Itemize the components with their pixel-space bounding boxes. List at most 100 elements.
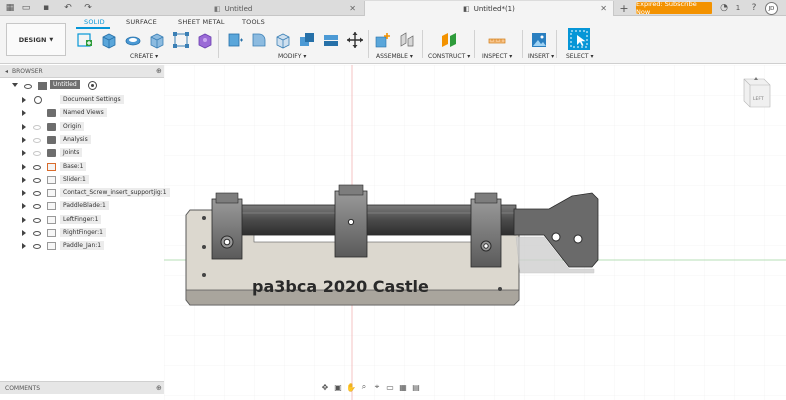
- collapse-triangle-icon[interactable]: ◂: [5, 68, 8, 75]
- tab-sheet-metal[interactable]: SHEET METAL: [178, 18, 225, 26]
- insert-menu[interactable]: INSERT ▾: [528, 53, 554, 60]
- expand-arrow-icon[interactable]: [22, 97, 26, 103]
- form-icon[interactable]: [196, 31, 214, 49]
- offset-plane-icon[interactable]: [440, 31, 458, 49]
- create-menu[interactable]: CREATE ▾: [130, 53, 158, 60]
- look-at-icon[interactable]: ▣: [333, 383, 343, 392]
- tree-item[interactable]: Slider:1: [0, 174, 164, 186]
- model-middle-block[interactable]: [334, 184, 368, 258]
- revolve-icon[interactable]: [124, 31, 142, 49]
- combine-icon[interactable]: [298, 31, 316, 49]
- insert-image-icon[interactable]: [530, 31, 548, 49]
- tree-item[interactable]: Document Settings: [0, 94, 164, 106]
- tab-surface[interactable]: SURFACE: [126, 18, 157, 26]
- document-tab-1[interactable]: ◧ Untitled ✕: [206, 1, 362, 16]
- tree-item[interactable]: Joints: [0, 147, 164, 159]
- eye-icon[interactable]: [33, 164, 41, 170]
- measure-icon[interactable]: [488, 31, 506, 49]
- split-body-icon[interactable]: [322, 31, 340, 49]
- expand-arrow-icon[interactable]: [22, 163, 26, 170]
- viewports-icon[interactable]: ▤: [411, 383, 421, 392]
- pan-icon[interactable]: ✋: [346, 383, 356, 392]
- document-tab-2[interactable]: ◧ Untitled*(1) ✕: [364, 1, 614, 16]
- fit-icon[interactable]: ⌖: [372, 382, 382, 392]
- canvas-viewport[interactable]: pa3bca 2020 Castle LEFT: [164, 65, 786, 400]
- eye-icon[interactable]: [33, 217, 41, 223]
- joint-icon[interactable]: [398, 31, 416, 49]
- expand-arrow-icon[interactable]: [22, 110, 26, 117]
- expand-arrow-icon[interactable]: [22, 216, 26, 223]
- file-icon[interactable]: ▭: [20, 2, 32, 14]
- save-icon[interactable]: ▪: [40, 2, 52, 14]
- tree-item[interactable]: LeftFinger:1: [0, 214, 164, 226]
- new-component-icon[interactable]: [374, 31, 392, 49]
- tree-item[interactable]: RightFinger:1: [0, 227, 164, 239]
- expand-arrow-icon[interactable]: [22, 190, 26, 197]
- tab-tools[interactable]: TOOLS: [242, 18, 265, 26]
- model-right-block[interactable]: [470, 192, 502, 268]
- extrude-icon[interactable]: [100, 31, 118, 49]
- model-left-block[interactable]: [211, 192, 243, 260]
- eye-icon[interactable]: [33, 191, 41, 197]
- avatar[interactable]: JD: [765, 2, 778, 15]
- tab-solid[interactable]: SOLID: [84, 18, 105, 26]
- clock-icon[interactable]: ◔: [718, 2, 730, 14]
- pattern-icon[interactable]: [172, 31, 190, 49]
- box-icon[interactable]: [148, 31, 166, 49]
- help-icon[interactable]: ?: [748, 2, 760, 14]
- tree-item[interactable]: Origin: [0, 121, 164, 133]
- tree-item[interactable]: Base:1: [0, 161, 164, 173]
- target-icon[interactable]: [88, 81, 97, 90]
- browser-header[interactable]: ◂ BROWSER ⊕: [0, 65, 164, 78]
- display-settings-icon[interactable]: ▭: [385, 383, 395, 392]
- eye-icon[interactable]: [33, 137, 41, 143]
- tree-item[interactable]: Analysis: [0, 134, 164, 146]
- eye-icon[interactable]: [33, 151, 41, 157]
- expand-arrow-icon[interactable]: [12, 83, 18, 87]
- tree-item[interactable]: Named Views: [0, 107, 164, 119]
- close-tab-icon[interactable]: ✕: [600, 4, 607, 13]
- subscribe-button[interactable]: Expired: Subscribe Now: [636, 0, 712, 16]
- tree-item[interactable]: PaddleBlade:1: [0, 200, 164, 212]
- grid-settings-icon[interactable]: ▦: [398, 383, 408, 392]
- undo-icon[interactable]: ↶: [62, 2, 74, 14]
- redo-icon[interactable]: ↷: [82, 2, 94, 14]
- select-icon[interactable]: [568, 28, 590, 50]
- viewcube[interactable]: LEFT: [743, 77, 771, 108]
- create-sketch-icon[interactable]: [76, 31, 94, 49]
- zoom-icon[interactable]: ⌕: [359, 382, 369, 392]
- fillet-icon[interactable]: [250, 31, 268, 49]
- close-tab-icon[interactable]: ✕: [349, 4, 356, 13]
- select-menu[interactable]: SELECT ▾: [566, 53, 594, 60]
- move-icon[interactable]: [346, 31, 364, 49]
- comments-options-icon[interactable]: ⊕: [156, 384, 162, 392]
- browser-options-icon[interactable]: ⊕: [156, 67, 162, 75]
- design-workspace-button[interactable]: DESIGN ▼: [6, 23, 66, 56]
- expand-arrow-icon[interactable]: [22, 243, 26, 250]
- expand-arrow-icon[interactable]: [22, 150, 26, 157]
- comments-panel-header[interactable]: COMMENTS ⊕: [0, 381, 164, 394]
- tree-root-row[interactable]: Untitled: [0, 80, 164, 92]
- chamfer-icon[interactable]: [274, 31, 292, 49]
- expand-arrow-icon[interactable]: [22, 203, 26, 210]
- assemble-menu[interactable]: ASSEMBLE ▾: [376, 53, 413, 60]
- eye-icon[interactable]: [33, 204, 41, 210]
- move-orbit-icon[interactable]: ✥: [320, 383, 330, 392]
- modify-menu[interactable]: MODIFY ▾: [278, 53, 306, 60]
- expand-arrow-icon[interactable]: [22, 176, 26, 183]
- construct-menu[interactable]: CONSTRUCT ▾: [428, 53, 470, 60]
- eye-icon[interactable]: [33, 177, 41, 183]
- new-tab-button[interactable]: +: [618, 2, 630, 15]
- press-pull-icon[interactable]: [226, 31, 244, 49]
- expand-arrow-icon[interactable]: [22, 123, 26, 130]
- eye-icon[interactable]: [33, 124, 41, 130]
- tree-item[interactable]: Contact_Screw_insert_supportjig:1: [0, 187, 170, 199]
- inspect-menu[interactable]: INSPECT ▾: [482, 53, 512, 60]
- expand-arrow-icon[interactable]: [22, 230, 26, 236]
- eye-icon[interactable]: [33, 244, 41, 250]
- eye-icon[interactable]: [33, 231, 41, 236]
- grid-apps-icon[interactable]: ▦: [4, 2, 16, 14]
- expand-arrow-icon[interactable]: [22, 136, 26, 143]
- tree-item[interactable]: Paddle_Jan:1: [0, 240, 164, 252]
- eye-icon[interactable]: [24, 84, 32, 89]
